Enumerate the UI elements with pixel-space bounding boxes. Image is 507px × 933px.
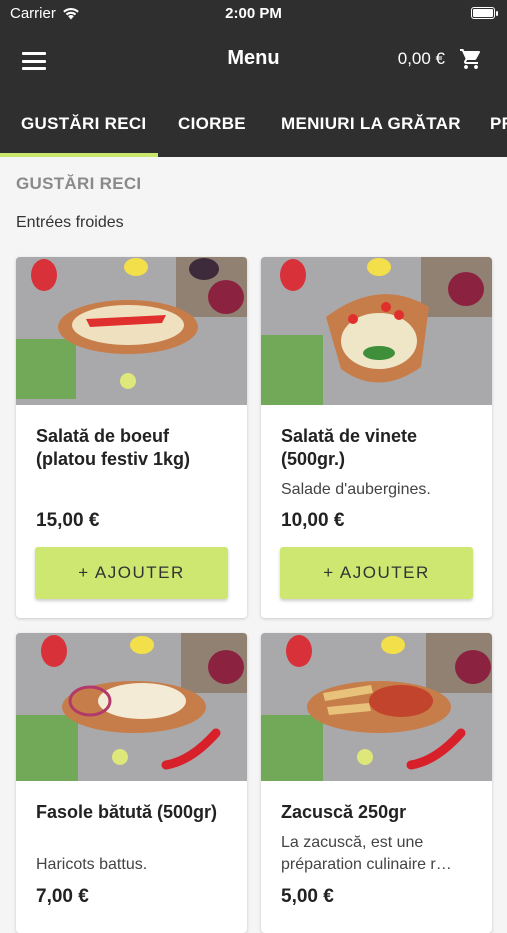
product-price: 10,00 € (281, 510, 345, 531)
tab-meniuri-la-gratar[interactable]: MENIURI LA GRĂTAR (281, 114, 461, 134)
add-to-cart-button[interactable]: + AJOUTER (35, 547, 228, 599)
product-name: Salată de vinete (500gr.) (281, 426, 418, 469)
section-title: GUSTĂRI RECI (16, 174, 142, 193)
status-bar: Carrier 2:00 PM (0, 0, 507, 28)
product-photo (16, 633, 247, 781)
cart-total[interactable]: 0,00 € (398, 49, 445, 69)
product-card[interactable]: Salată de vinete (500gr.) Salade d'auber… (261, 257, 492, 618)
product-card[interactable]: Salată de boeuf (platou festiv 1kg) 15,0… (16, 257, 247, 618)
product-photo (261, 257, 492, 405)
product-description: Haricots battus. (36, 856, 148, 873)
app-bar: Menu 0,00 € (0, 28, 507, 90)
tab-ciorbe[interactable]: CIORBE (178, 114, 246, 134)
top-bar: Carrier 2:00 PM Menu 0,00 € GUSTĂRI RECI… (0, 0, 507, 157)
product-name: Fasole bătută (500gr) (36, 802, 218, 822)
product-photo (261, 633, 492, 781)
product-photo (16, 257, 247, 405)
active-tab-indicator (0, 153, 158, 157)
tab-next-category[interactable]: PR (490, 114, 507, 134)
product-price: 15,00 € (36, 510, 100, 531)
cart-icon[interactable] (459, 47, 483, 71)
section-subtitle: Entrées froides (16, 214, 124, 231)
product-price: 5,00 € (281, 886, 334, 907)
product-name: Salată de boeuf (platou festiv 1kg) (36, 426, 191, 469)
category-tabs: GUSTĂRI RECI CIORBE MENIURI LA GRĂTAR PR (0, 90, 507, 157)
product-card[interactable]: Zacuscă 250gr La zacuscă, est une prépar… (261, 633, 492, 933)
product-price: 7,00 € (36, 886, 89, 907)
product-description: La zacuscă, est une préparation culinair… (281, 834, 452, 873)
product-name: Zacuscă 250gr (281, 802, 407, 822)
product-card[interactable]: Fasole bătută (500gr) Haricots battus. 7… (16, 633, 247, 933)
tab-gustari-reci[interactable]: GUSTĂRI RECI (21, 114, 146, 134)
product-description: Salade d'aubergines. (281, 481, 431, 498)
battery-icon (471, 7, 498, 19)
add-to-cart-button[interactable]: + AJOUTER (280, 547, 473, 599)
status-time: 2:00 PM (225, 5, 282, 22)
